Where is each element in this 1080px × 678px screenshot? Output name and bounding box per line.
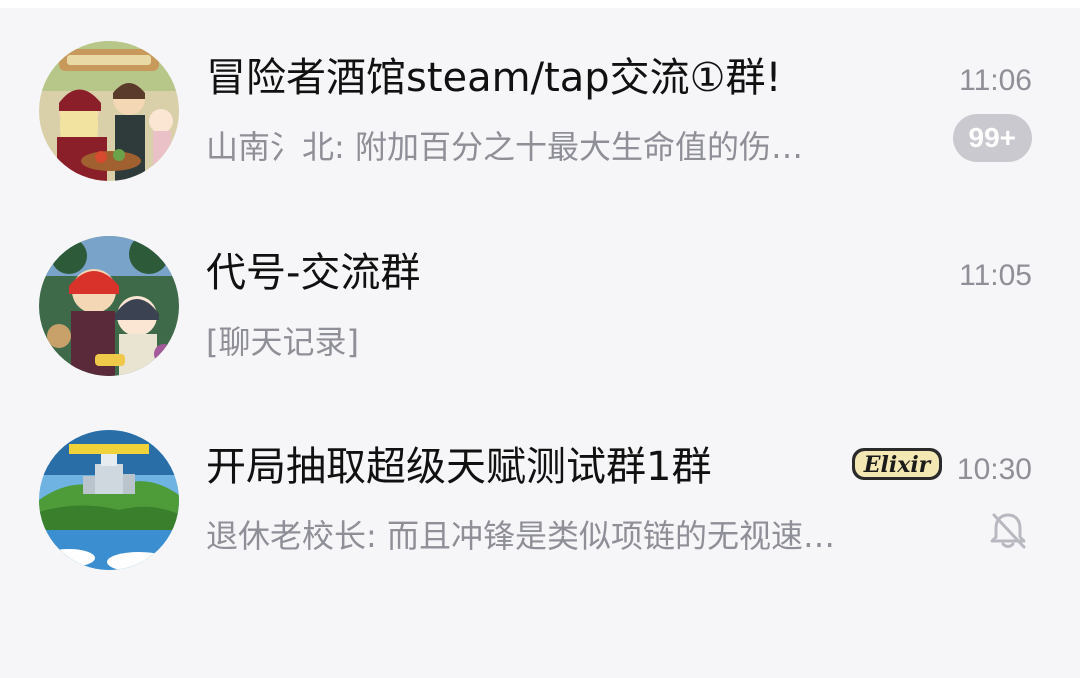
group-avatar[interactable]: [39, 41, 179, 181]
bell-off-icon: [986, 509, 1030, 553]
group-avatar[interactable]: [39, 236, 179, 376]
chat-time: 11:05: [959, 259, 1032, 292]
chat-row-adventurer-tavern[interactable]: 冒险者酒馆steam/tap交流①群! 山南氵北: 附加百分之十最大生命值的伤……: [0, 8, 1080, 200]
unread-badge: 99+: [952, 114, 1032, 162]
chat-preview: [聊天记录]: [206, 323, 359, 361]
chat-title: 代号-交流群: [206, 250, 421, 296]
elixir-logo-text: Elixir: [863, 452, 932, 478]
top-strip: [0, 0, 1080, 8]
group-avatar[interactable]: [39, 430, 179, 570]
chat-preview: 退休老校长: 而且冲锋是类似项链的无视速…: [206, 517, 835, 555]
chat-list: 冒险者酒馆steam/tap交流①群! 山南氵北: 附加百分之十最大生命值的伤……: [0, 8, 1080, 678]
chat-row-codename[interactable]: 代号-交流群 [聊天记录] 11:05: [0, 203, 1080, 395]
elixir-logo: Elixir: [850, 442, 946, 486]
chat-title: 冒险者酒馆steam/tap交流①群!: [206, 55, 782, 101]
chat-preview: 山南氵北: 附加百分之十最大生命值的伤…: [206, 128, 803, 166]
chat-row-talent-test[interactable]: 开局抽取超级天赋测试群1群 Elixir 退休老校长: 而且冲锋是类似项链的无视…: [0, 397, 1080, 589]
chat-time: 10:30: [956, 453, 1032, 486]
chat-title: 开局抽取超级天赋测试群1群: [206, 444, 712, 490]
chat-time: 11:06: [959, 64, 1032, 97]
